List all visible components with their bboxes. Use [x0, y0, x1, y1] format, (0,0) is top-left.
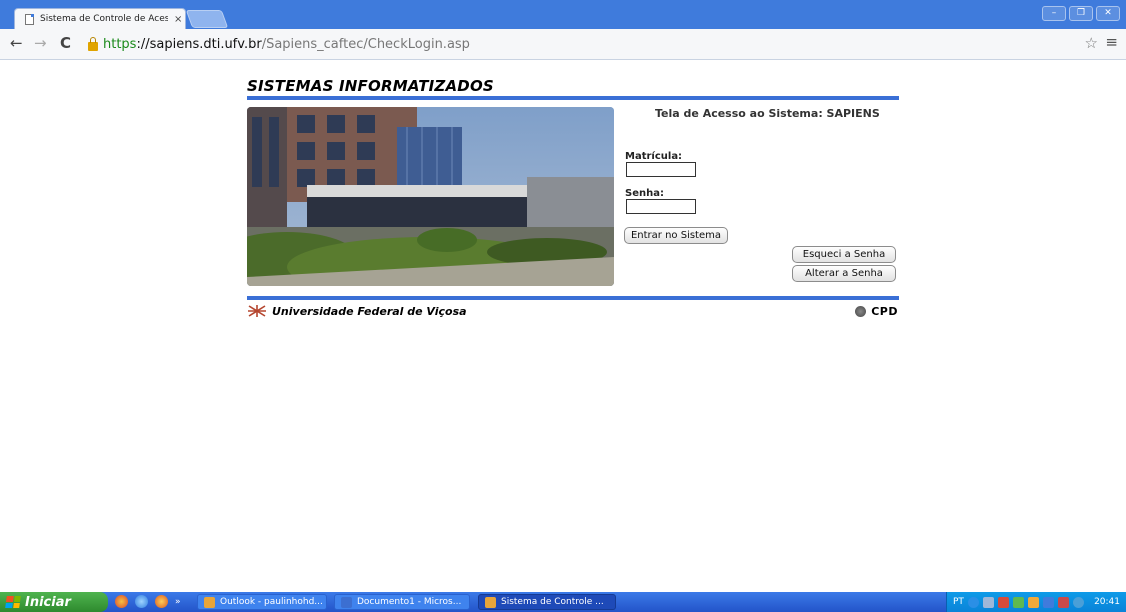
page-title: SISTEMAS INFORMATIZADOS	[247, 77, 494, 95]
taskbar-item-label: Outlook - paulinhohd...	[220, 597, 323, 607]
start-label: Iniciar	[25, 594, 71, 610]
clock[interactable]: 20:41	[1094, 597, 1120, 607]
ufv-logo-icon	[248, 305, 266, 317]
header-divider	[247, 96, 899, 100]
address-bar[interactable]: https://sapiens.dti.ufv.br/Sapiens_cafte…	[88, 34, 1073, 54]
forward-arrow-icon[interactable]: →	[34, 35, 47, 51]
chrome-menu-icon[interactable]: ≡	[1105, 33, 1118, 51]
windows-taskbar: Iniciar » Outlook - paulinhohd... Docume…	[0, 592, 1126, 612]
cpd-logo-icon	[855, 306, 867, 317]
windows-flag-icon	[5, 596, 21, 608]
update-icon[interactable]	[1027, 596, 1039, 608]
cpd-label: CPD	[871, 305, 898, 318]
change-password-button[interactable]: Alterar a Senha	[792, 265, 896, 282]
reload-icon[interactable]: C	[60, 35, 71, 51]
taskbar-item-label: Documento1 - Micros...	[357, 597, 462, 607]
ufv-footer: Universidade Federal de Viçosa	[247, 304, 467, 318]
url-scheme: https	[103, 36, 137, 52]
page-icon	[25, 13, 34, 25]
word-document-icon	[341, 596, 352, 608]
university-name: Universidade Federal de Viçosa	[272, 304, 467, 318]
access-screen-title: Tela de Acesso ao Sistema: SAPIENS	[655, 107, 880, 120]
internet-explorer-icon[interactable]	[135, 595, 148, 608]
language-indicator[interactable]: PT	[953, 597, 964, 607]
window-controls: – ❐ ✕	[1042, 6, 1120, 21]
cpd-footer: CPD	[855, 305, 898, 318]
browser-tab[interactable]: Sistema de Controle de Aces ×	[14, 8, 186, 29]
restore-button[interactable]: ❐	[1069, 6, 1093, 21]
footer-divider	[247, 296, 899, 300]
taskbar-item[interactable]: Documento1 - Micros...	[334, 594, 470, 610]
bluetooth-icon[interactable]	[967, 596, 979, 608]
close-window-button[interactable]: ✕	[1096, 6, 1120, 21]
bookmark-star-icon[interactable]: ☆	[1085, 34, 1098, 52]
matricula-label: Matrícula:	[625, 151, 683, 162]
senha-input[interactable]	[626, 199, 696, 214]
security-icon[interactable]	[1057, 596, 1069, 608]
tab-title: Sistema de Controle de Aces	[40, 14, 168, 24]
taskbar-item-active[interactable]: Sistema de Controle ...	[478, 594, 616, 610]
antivirus-icon[interactable]	[997, 596, 1009, 608]
senha-label: Senha:	[625, 188, 664, 199]
forgot-password-button[interactable]: Esqueci a Senha	[792, 246, 896, 263]
browser-toolbar: ← → C https://sapiens.dti.ufv.br/Sapiens…	[0, 29, 1126, 60]
url-path: /Sapiens_caftec/CheckLogin.asp	[261, 36, 470, 52]
matricula-input[interactable]	[626, 162, 696, 177]
url-host: ://sapiens.dti.ufv.br	[136, 36, 262, 52]
back-arrow-icon[interactable]: ←	[10, 35, 23, 51]
campus-building-photo	[247, 107, 614, 286]
network-icon[interactable]	[1012, 596, 1024, 608]
quick-launch: »	[115, 595, 181, 608]
login-button[interactable]: Entrar no Sistema	[624, 227, 728, 244]
chrome-icon	[204, 596, 215, 608]
minimize-button[interactable]: –	[1042, 6, 1066, 21]
browser-titlebar: Sistema de Controle de Aces × – ❐ ✕	[0, 0, 1126, 29]
start-button[interactable]: Iniciar	[0, 592, 108, 612]
new-tab-button[interactable]	[185, 10, 229, 28]
more-icon[interactable]: »	[175, 597, 181, 607]
messenger-icon[interactable]	[1072, 596, 1084, 608]
taskbar-item-label: Sistema de Controle ...	[501, 597, 604, 607]
tab-close-icon[interactable]: ×	[174, 14, 182, 25]
system-tray: PT 20:41	[946, 592, 1126, 612]
chrome-icon[interactable]	[115, 595, 128, 608]
lock-icon	[88, 36, 98, 51]
volume-icon[interactable]	[982, 596, 994, 608]
monitor-icon[interactable]	[1042, 596, 1054, 608]
taskbar-item[interactable]: Outlook - paulinhohd...	[197, 594, 327, 610]
chrome-icon	[485, 596, 496, 608]
firefox-icon[interactable]	[155, 595, 168, 608]
